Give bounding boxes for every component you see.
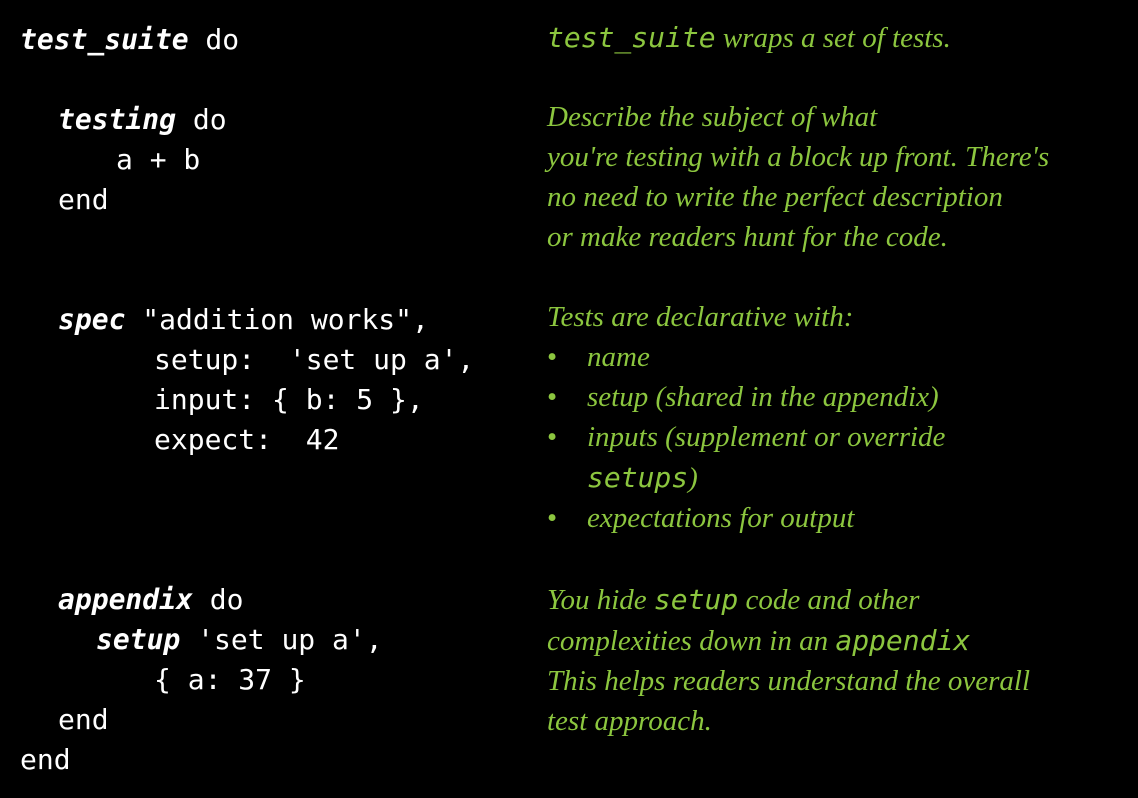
keyword-appendix: appendix	[58, 583, 193, 616]
code-line-end-appendix: end	[58, 703, 109, 736]
note-spec-intro: Tests are declarative with:	[547, 301, 854, 333]
note-testing-line-1: Describe the subject of what	[547, 101, 878, 133]
bullet-icon: •	[547, 502, 558, 534]
keyword-setup: setup	[96, 623, 181, 656]
note-testing-line-4: or make readers hunt for the code.	[547, 221, 948, 253]
note-bullet-expectations: • expectations for output	[547, 498, 854, 538]
code-line-test-suite: test_suite do	[20, 23, 240, 56]
code-line-setup-arg: setup: 'set up a',	[154, 343, 475, 376]
note-bullet-name: • name	[547, 337, 650, 377]
note-appendix-line-1: You hide setup code and other	[547, 583, 920, 616]
keyword-spec: spec	[58, 303, 126, 336]
note-appendix-line-4: test approach.	[547, 705, 712, 737]
bullet-icon: •	[547, 341, 558, 373]
note-appendix-line-3: This helps readers understand the overal…	[547, 665, 1031, 697]
code-line-testing: testing do	[58, 103, 227, 136]
note-testing-line-2: you're testing with a block up front. Th…	[547, 141, 1050, 173]
note-testing-line-3: no need to write the perfect description	[547, 181, 1003, 213]
note-bullet-inputs: • inputs (supplement or override	[547, 417, 945, 457]
note-appendix-line-2: complexities down in an appendix	[547, 624, 971, 657]
code-line-appendix: appendix do	[58, 583, 244, 616]
code-line-end-suite: end	[20, 743, 71, 776]
code-line-expression: a + b	[116, 143, 201, 176]
code-line-expect-arg: expect: 42	[154, 423, 340, 456]
code-line-spec: spec "addition works",	[58, 303, 429, 336]
bullet-icon: •	[547, 381, 558, 413]
code-line-setup: setup 'set up a',	[96, 623, 383, 656]
note-bullet-inputs-cont: setups)	[587, 461, 698, 494]
note-bullet-setup: • setup (shared in the appendix)	[547, 377, 939, 417]
bullet-icon: •	[547, 421, 558, 453]
code-line-input-arg: input: { b: 5 },	[154, 383, 424, 416]
code-line-setup-hash: { a: 37 }	[154, 663, 306, 696]
keyword-test-suite: test_suite	[20, 23, 189, 56]
keyword-testing: testing	[58, 103, 177, 136]
code-line-end-testing: end	[58, 183, 109, 216]
note-test-suite: test_suite wraps a set of tests.	[547, 21, 951, 54]
